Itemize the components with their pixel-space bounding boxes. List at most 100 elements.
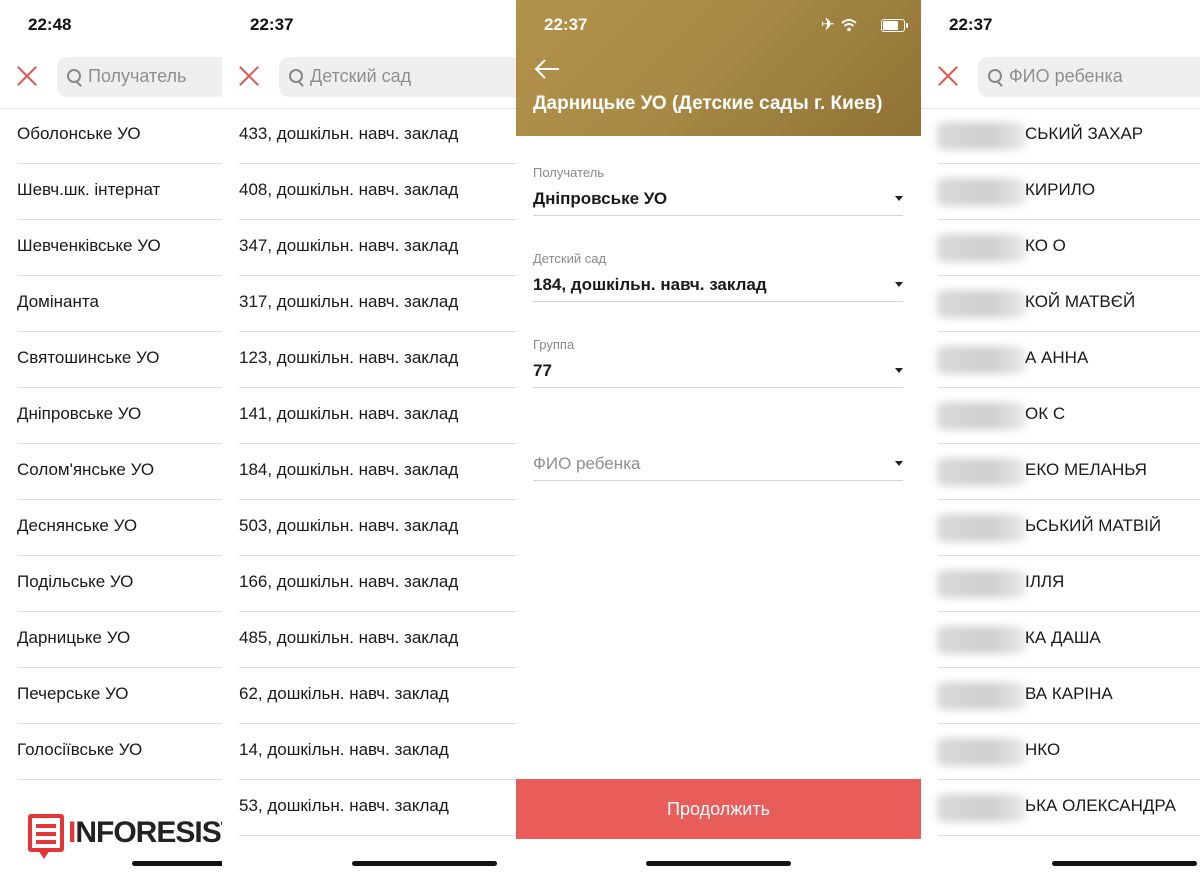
list-item[interactable]: 433, дошкільн. навч. заклад [222, 108, 516, 164]
home-indicator[interactable] [646, 861, 791, 866]
list-item[interactable]: Шевченківське УО [0, 220, 222, 276]
redacted-text [937, 682, 1025, 710]
list-item[interactable]: ЕКО МЕЛАНЬЯ [921, 444, 1200, 500]
redacted-text [937, 178, 1025, 206]
continue-button[interactable]: Продолжить [516, 779, 921, 839]
list-item[interactable]: Подільське УО [0, 556, 222, 612]
list-item[interactable]: ІЛЛЯ [921, 556, 1200, 612]
list-item-label: 123, дошкільн. навч. заклад [239, 348, 459, 367]
redacted-text [937, 402, 1025, 430]
list-item[interactable]: Святошинське УО [0, 332, 222, 388]
home-indicator[interactable] [1052, 861, 1197, 866]
field-underline [533, 480, 903, 481]
list-item[interactable]: Солом'янське УО [0, 444, 222, 500]
list-item[interactable]: Печерське УО [0, 668, 222, 724]
list-item-label: СЬКИЙ ЗАХАР [1025, 124, 1144, 143]
list-item[interactable]: КА ДАША [921, 612, 1200, 668]
list-item-label: КИРИЛО [1025, 180, 1096, 199]
status-time: 22:48 [28, 15, 72, 34]
list-item[interactable]: КОЙ МАТВЄЙ [921, 276, 1200, 332]
list-item-label: 433, дошкільн. навч. заклад [239, 124, 459, 143]
list-item-label: 485, дошкільн. навч. заклад [239, 628, 459, 647]
list-item[interactable]: 317, дошкільн. навч. заклад [222, 276, 516, 332]
list-item[interactable]: 141, дошкільн. навч. заклад [222, 388, 516, 444]
search-icon [988, 69, 1002, 83]
list-item[interactable]: Деснянське УО [0, 500, 222, 556]
list-item[interactable]: Шевч.шк. інтернат [0, 164, 222, 220]
redacted-text [937, 794, 1025, 822]
list-item[interactable]: ЬСЬКИЙ МАТВІЙ [921, 500, 1200, 556]
search-icon [289, 69, 303, 83]
wifi-icon [841, 19, 857, 32]
list-item[interactable]: Оболонське УО [0, 108, 222, 164]
close-icon[interactable] [936, 64, 960, 88]
list-item[interactable]: ОК С [921, 388, 1200, 444]
home-indicator[interactable] [132, 861, 222, 866]
close-icon[interactable] [15, 64, 39, 88]
list-item[interactable]: КО О [921, 220, 1200, 276]
status-time: 22:37 [949, 15, 993, 34]
list-item[interactable]: Дніпровське УО [0, 388, 222, 444]
redacted-text [937, 738, 1025, 766]
list-item[interactable]: А АННА [921, 332, 1200, 388]
list-item[interactable]: 503, дошкільн. навч. заклад [222, 500, 516, 556]
recipient-picker-screen: 22:48 Получатель Оболонське УО Шевч.шк. … [0, 0, 222, 876]
status-time: 22:37 [250, 15, 294, 34]
list-item[interactable]: ЬКА ОЛЕКСАНДРА [921, 780, 1200, 836]
list-item-label: Шевченківське УО [17, 236, 161, 255]
list-item-label: Оболонське УО [17, 124, 141, 143]
field-value: 184, дошкільн. навч. заклад [533, 275, 767, 294]
child-list: СЬКИЙ ЗАХАР КИРИЛО КО О КОЙ МАТВЄЙ А АНН… [921, 108, 1200, 836]
list-item-label: Подільське УО [17, 572, 134, 591]
redacted-text [937, 514, 1025, 542]
list-item-label: ІЛЛЯ [1025, 572, 1065, 591]
list-item-label: Святошинське УО [17, 348, 160, 367]
list-item-label: ОК С [1025, 404, 1066, 423]
list-item[interactable]: 184, дошкільн. навч. заклад [222, 444, 516, 500]
list-item[interactable]: КИРИЛО [921, 164, 1200, 220]
list-item[interactable]: Дарницьке УО [0, 612, 222, 668]
recipient-list: Оболонське УО Шевч.шк. інтернат Шевченкі… [0, 108, 222, 780]
list-item-label: 503, дошкільн. навч. заклад [239, 516, 459, 535]
field-label: Получатель [533, 165, 605, 180]
list-item[interactable]: 485, дошкільн. навч. заклад [222, 612, 516, 668]
list-item[interactable]: 123, дошкільн. навч. заклад [222, 332, 516, 388]
search-placeholder: ФИО ребенка [1009, 66, 1123, 86]
list-item[interactable]: 62, дошкільн. навч. заклад [222, 668, 516, 724]
logo-text-main: NFORESIST [75, 816, 222, 849]
back-arrow-icon[interactable] [533, 57, 561, 81]
search-input[interactable]: Получатель [57, 57, 222, 97]
list-item-label: Дарницьке УО [17, 628, 131, 647]
list-item-label: 184, дошкільн. навч. заклад [239, 460, 459, 479]
field-underline [533, 215, 903, 216]
redacted-text [937, 570, 1025, 598]
list-item-label: 62, дошкільн. навч. заклад [239, 684, 449, 703]
list-item[interactable]: Домінанта [0, 276, 222, 332]
list-item[interactable]: Голосіївське УО [0, 724, 222, 780]
list-item[interactable]: ВА КАРІНА [921, 668, 1200, 724]
list-item-label: ВА КАРІНА [1025, 684, 1113, 703]
list-item[interactable]: СЬКИЙ ЗАХАР [921, 108, 1200, 164]
kindergarten-picker-screen: 22:37 Детский сад 433, дошкільн. навч. з… [222, 0, 516, 876]
logo-mark-icon [28, 814, 64, 852]
close-icon[interactable] [237, 64, 261, 88]
home-indicator[interactable] [352, 861, 497, 866]
list-item[interactable]: 53, дошкільн. навч. заклад [222, 780, 516, 836]
list-item[interactable]: 408, дошкільн. навч. заклад [222, 164, 516, 220]
search-input[interactable]: ФИО ребенка [978, 57, 1200, 97]
list-item[interactable]: 347, дошкільн. навч. заклад [222, 220, 516, 276]
page-title: Дарницьке УО (Детские сады г. Киев) [533, 93, 883, 114]
status-time: 22:37 [544, 15, 588, 34]
logo-mark-tail [38, 850, 50, 859]
search-input[interactable]: Детский сад [279, 57, 516, 97]
redacted-text [937, 234, 1025, 262]
list-item[interactable]: 14, дошкільн. навч. заклад [222, 724, 516, 780]
screen-header: 22:37 ✈ Дарницьке УО (Детские сады г. Ки… [516, 0, 921, 136]
list-item[interactable]: 166, дошкільн. навч. заклад [222, 556, 516, 612]
redacted-text [937, 346, 1025, 374]
list-item[interactable]: НКО [921, 724, 1200, 780]
redacted-text [937, 626, 1025, 654]
list-item-label: КОЙ МАТВЄЙ [1025, 292, 1136, 311]
list-item-label: 141, дошкільн. навч. заклад [239, 404, 459, 423]
field-label: Детский сад [533, 251, 607, 266]
